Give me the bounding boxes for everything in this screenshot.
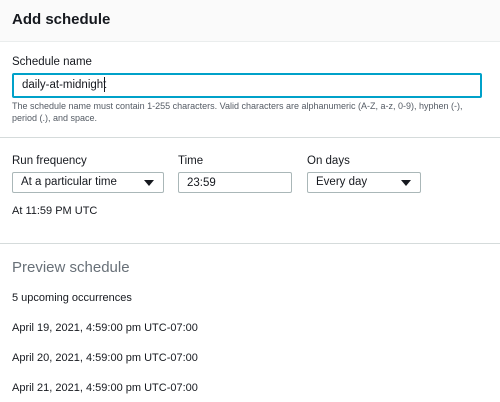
run-frequency-value: At a particular time — [21, 176, 117, 188]
occurrence-item: April 19, 2021, 4:59:00 pm UTC-07:00 — [12, 322, 198, 334]
caret-down-icon — [401, 180, 411, 186]
time-label: Time — [178, 155, 204, 167]
page-header: Add schedule — [0, 0, 500, 42]
preview-title: Preview schedule — [12, 259, 130, 276]
run-frequency-select[interactable]: At a particular time — [12, 172, 164, 193]
on-days-label: On days — [307, 155, 350, 167]
page-title: Add schedule — [12, 11, 111, 28]
section-divider — [0, 137, 500, 138]
occurrence-count: 5 upcoming occurrences — [12, 292, 132, 304]
caret-down-icon — [144, 180, 154, 186]
on-days-value: Every day — [316, 176, 368, 188]
section-divider — [0, 243, 500, 244]
occurrence-item: April 20, 2021, 4:59:00 pm UTC-07:00 — [12, 352, 198, 364]
schedule-name-hint: The schedule name must contain 1-255 cha… — [12, 101, 463, 123]
run-frequency-label: Run frequency — [12, 155, 87, 167]
on-days-select[interactable]: Every day — [307, 172, 421, 193]
utc-summary: At 11:59 PM UTC — [12, 205, 98, 217]
occurrence-item: April 21, 2021, 4:59:00 pm UTC-07:00 — [12, 382, 198, 394]
schedule-name-label: Schedule name — [12, 56, 92, 68]
text-caret — [104, 77, 105, 92]
schedule-name-input[interactable] — [12, 73, 482, 98]
time-input[interactable] — [178, 172, 292, 193]
